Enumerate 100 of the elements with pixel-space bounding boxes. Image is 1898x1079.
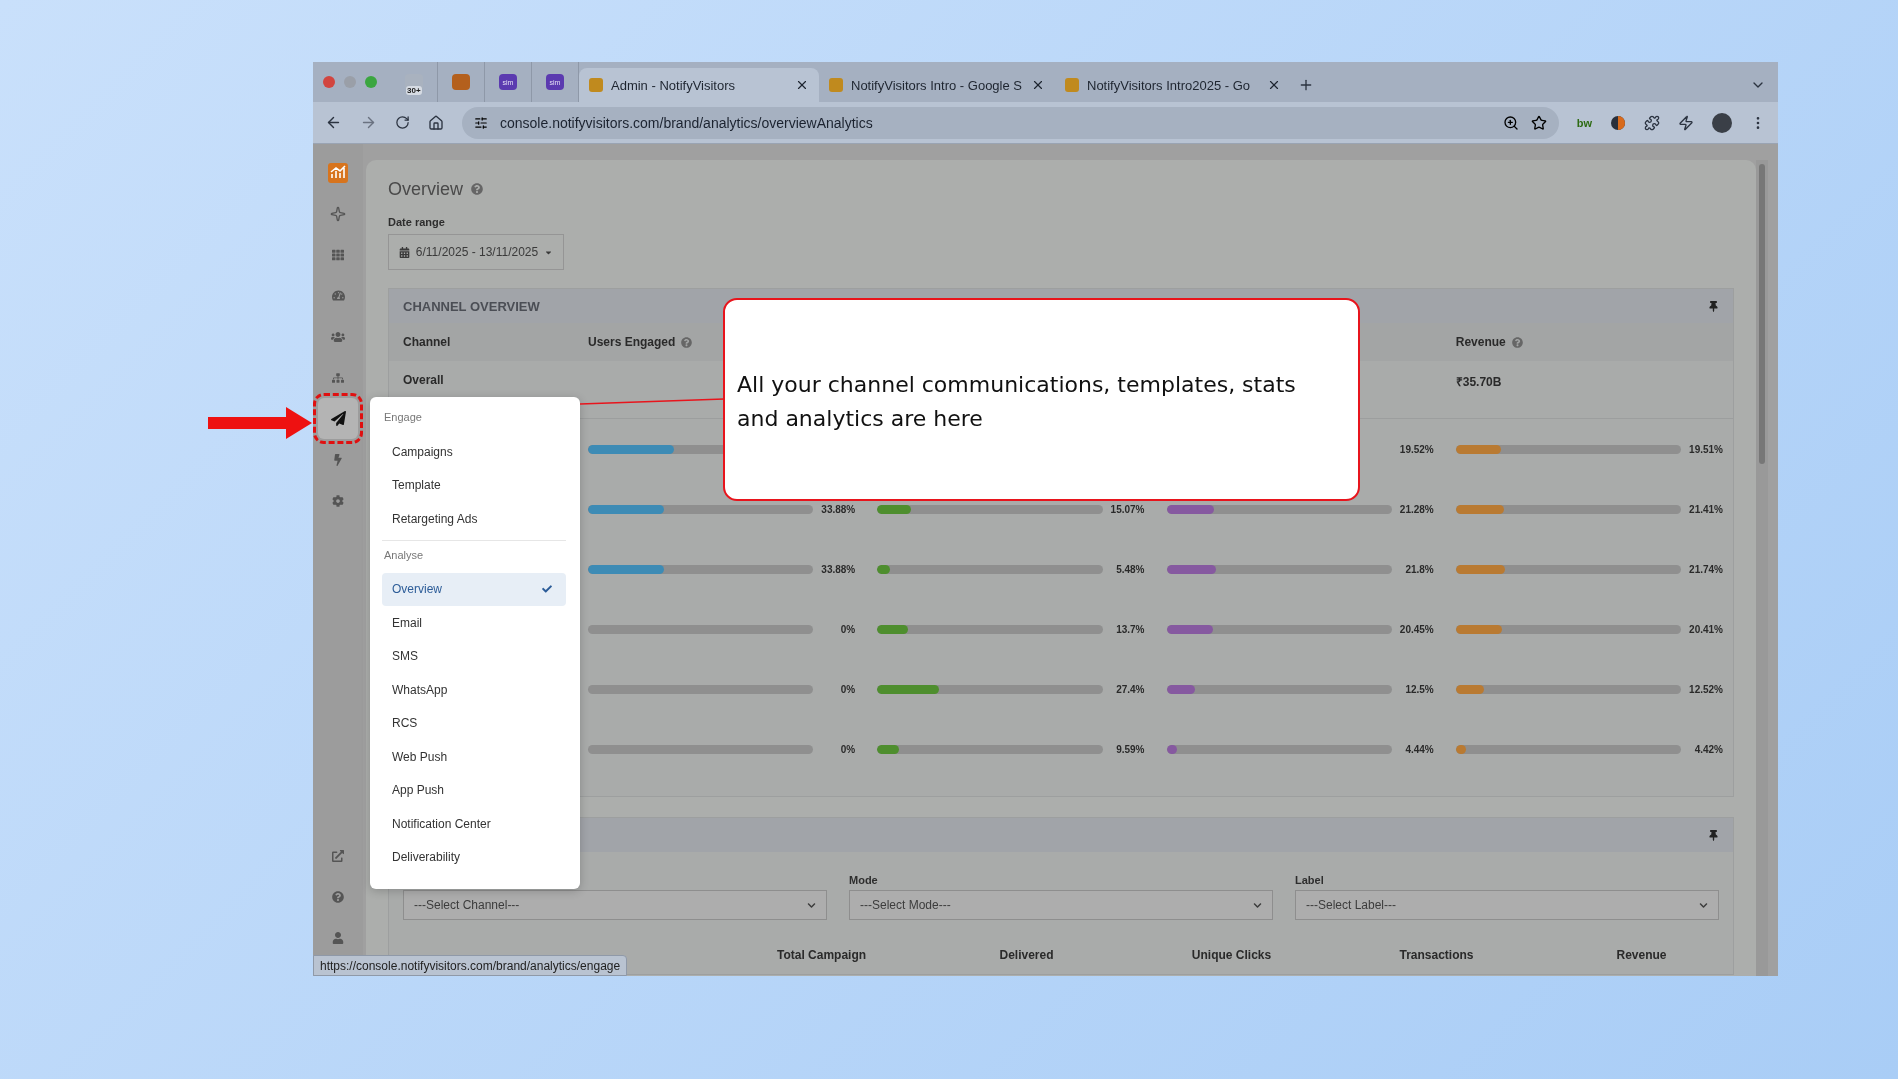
help-icon[interactable] [681,336,693,348]
calendar-icon [398,246,410,258]
chevron-down-icon [1699,900,1708,910]
reload-button[interactable] [395,115,410,130]
menu-item[interactable]: App Push [382,773,566,807]
reload-icon [395,115,410,130]
extension-button[interactable]: bw [1576,116,1592,129]
select-dropdown[interactable]: ---Select Channel--- [403,890,827,920]
menu-item[interactable]: Web Push [382,740,566,774]
home-button[interactable] [428,114,444,131]
favicon-icon [589,78,603,92]
check-icon [542,584,552,595]
extension-button[interactable] [1610,114,1626,131]
shield-icon [452,74,470,90]
menu-item[interactable]: WhatsApp [382,673,566,707]
favicon-icon [1065,78,1079,92]
menu-item[interactable]: Retargeting Ads [382,502,566,536]
address-bar[interactable]: console.notifyvisitors.com/brand/analytics/overviewAnalytics [462,106,1559,139]
table-cell-text: ₹35.70B [1455,374,1503,390]
select-dropdown[interactable]: ---Select Mode--- [849,890,1273,920]
browser-tab[interactable]: NotifyVisitors Intro2025 - Go [1055,68,1291,102]
browser-tab[interactable]: NotifyVisitors Intro - Google S [819,68,1055,102]
scrollbar-thumb[interactable] [1759,164,1765,464]
percentage-value: 20.41% [1688,623,1723,635]
user-icon [332,931,344,944]
percentage-value: 13.7% [1115,623,1145,635]
external-link-icon [332,849,344,862]
bookmark-star-icon[interactable] [1530,114,1547,131]
puzzle-icon [1644,114,1660,131]
chevron-down-icon [807,900,816,910]
menu-item[interactable]: SMS [382,639,566,673]
callout-text: All your channel communications, templates, stats and analytics are here [737,371,1297,433]
channel-header: Channel [403,335,451,349]
percentage-value: 12.52% [1688,683,1723,695]
grid-icon [332,248,344,261]
status-url: https://console.notifyvisitors.com/brand/analytics/engage [313,955,628,976]
zoom-icon[interactable] [1502,114,1519,131]
field-label: Date range [388,216,446,228]
extension-button[interactable] [1678,114,1694,131]
table-cell-text: Overall [403,373,445,387]
menu-item[interactable]: Notification Center [382,807,566,841]
half-circle-icon [1610,114,1626,131]
percentage-value: 21.41% [1688,503,1723,515]
menu-section-heading: Analyse [383,548,425,563]
help-icon [332,890,344,903]
help-icon[interactable] [471,183,483,195]
column-header: Unique Clicks [1190,948,1273,962]
site-info-icon[interactable] [474,115,488,130]
menu-item[interactable]: Overview [382,572,566,606]
back-button[interactable] [325,114,342,131]
favicon-icon [829,78,843,92]
gear-icon [332,494,344,507]
pin-icon[interactable] [1708,300,1719,312]
column-header: Delivered [998,948,1055,962]
sparkle-icon [330,205,346,222]
users-engaged-header: Users Engaged [588,335,676,349]
forward-button[interactable] [360,114,377,131]
percentage-value: 19.51% [1688,443,1723,455]
plus-icon [1298,77,1314,93]
column-header: Total Campaign [775,948,868,962]
logo-icon [328,162,348,183]
help-icon[interactable] [1511,336,1523,348]
percentage-value: 15.07% [1109,503,1145,515]
maximize-window-button[interactable] [365,76,377,88]
percentage-value: 33.88% [820,503,856,515]
column-header: Revenue [1615,948,1668,962]
close-tab-icon[interactable] [795,78,809,92]
percentage-value: 4.42% [1693,743,1723,755]
menu-item[interactable]: Deliverability [382,840,566,874]
menu-item[interactable]: RCS [382,706,566,740]
percentage-value: 21.8% [1404,563,1434,575]
menu-item[interactable]: Template [382,468,566,502]
gauge-icon [331,289,345,302]
close-window-button[interactable] [323,76,335,88]
paper-plane-icon [330,411,346,426]
card-title: CHANNEL OVERVIEW [403,298,540,314]
page-title: Overview [388,178,463,201]
bolt-icon [1678,114,1694,131]
sitemap-icon [332,371,344,384]
menu-item[interactable]: Email [382,606,566,640]
field-label: Label [1295,874,1325,886]
browser-tab[interactable]: Admin - NotifyVisitors [579,68,819,102]
unread-count-badge: 30+ [406,86,422,95]
close-tab-icon[interactable] [1267,78,1281,92]
revenue-header: Revenue [1455,335,1506,349]
close-tab-icon[interactable] [1031,78,1045,92]
menu-item[interactable]: Campaigns [382,435,566,469]
home-icon [428,114,444,131]
pin-icon[interactable] [1708,829,1719,841]
bolt-icon [332,453,344,466]
chevron-down-icon [1253,900,1262,910]
date-range-picker[interactable]: 6/11/2025 - 13/11/2025 [388,234,564,270]
percentage-value: 21.28% [1398,503,1434,515]
column-header: Transactions [1398,948,1475,962]
percentage-value: 0% [839,623,856,635]
users-icon [331,329,345,344]
profile-avatar[interactable] [1712,112,1732,133]
extensions-button[interactable] [1644,114,1660,131]
select-dropdown[interactable]: ---Select Label--- [1295,890,1719,920]
percentage-value: 21.74% [1688,563,1723,575]
